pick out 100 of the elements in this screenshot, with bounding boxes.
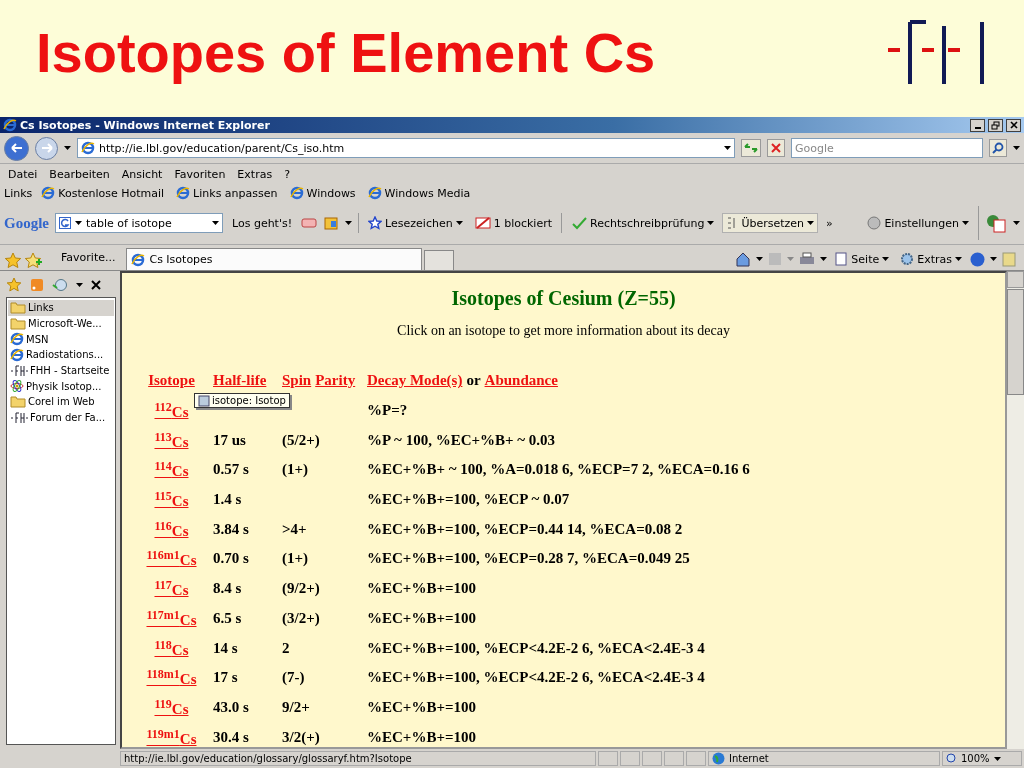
decay-mode-cell: %EC+%B+=100, %ECP=0.28 7, %ECA=0.049 25 (367, 550, 690, 568)
ie-icon (10, 332, 24, 347)
column-header-link[interactable]: Spin (282, 372, 312, 390)
half-life-cell: 17 s (213, 669, 238, 687)
minimize-button[interactable] (970, 118, 985, 132)
nuclide-link[interactable]: $^{112}$Cs (154, 400, 189, 422)
add-favorite-icon (24, 252, 42, 270)
search-icon (992, 142, 1004, 154)
caret-icon (76, 283, 83, 287)
caret-icon (1013, 221, 1020, 225)
favorite-item[interactable]: MSN (8, 331, 114, 348)
link-button[interactable]: Windows (286, 184, 359, 202)
back-button[interactable] (4, 135, 29, 161)
caret-icon (64, 146, 71, 150)
zoom-text: 100% (961, 753, 990, 764)
half-life-cell: 6.5 s (213, 609, 242, 627)
nuclide-link[interactable]: $^{118}$Cs (154, 637, 189, 659)
ie-icon (289, 186, 304, 200)
menu-item[interactable]: Extras (233, 167, 277, 181)
spin-cell: (1+) (282, 461, 309, 479)
caret-icon (212, 221, 219, 225)
toolbar-search-field[interactable]: table of isotope (55, 213, 223, 233)
column-header-link[interactable]: Isotope (148, 372, 195, 390)
favorites-button[interactable]: Favorite... (58, 249, 119, 266)
favorite-item[interactable]: Links (8, 300, 114, 316)
column-header-link[interactable]: Half-life (213, 372, 267, 390)
search-button[interactable] (989, 139, 1007, 157)
nuclide-link[interactable]: $^{117}$Cs (154, 578, 189, 600)
forward-button[interactable] (35, 136, 58, 160)
favorite-item[interactable]: Radiostations... (8, 347, 114, 363)
blocked-popup-icon (474, 216, 491, 230)
ie-icon (81, 141, 95, 155)
caret-icon (787, 257, 795, 261)
nuclide-link[interactable]: $^{116}$Cs (154, 518, 189, 540)
nuclide-link[interactable]: $^{119m1}$Cs (146, 726, 197, 748)
window-title: Cs Isotopes - Windows Internet Explorer (20, 118, 271, 132)
spellcheck-icon (571, 216, 587, 230)
zoom-icon (946, 753, 957, 764)
page-icon (835, 252, 849, 266)
links-label: Links (4, 186, 33, 200)
caret-icon (1013, 146, 1020, 150)
close-button[interactable] (1006, 118, 1021, 132)
menu-item[interactable]: Favoriten (170, 167, 230, 181)
column-header-link[interactable]: Abundance (484, 372, 558, 390)
spin-cell: (7-) (282, 669, 305, 687)
favorite-item[interactable]: Microsoft-We... (8, 315, 114, 332)
favorite-item[interactable]: Physik Isotop... (8, 378, 114, 395)
bookmarks-button[interactable]: Lesezeichen (365, 214, 466, 232)
caret-icon (962, 221, 969, 225)
command-button[interactable]: Extras (897, 250, 965, 268)
settings-button[interactable]: Einstellungen (864, 214, 972, 232)
back-arrow-icon (10, 143, 23, 153)
decay-mode-cell: %EC+%B+ ~ 100, %A=0.018 6, %ECP=7 2, %ECA=0.16 6 (367, 461, 750, 479)
folder-icon (10, 395, 26, 409)
link-button[interactable]: Windows Media (364, 184, 474, 202)
restore-button[interactable] (988, 118, 1003, 132)
address-field[interactable]: http://ie.lbl.gov/education/parent/Cs_iso.htm (77, 138, 735, 158)
instruction-text: Click on an isotope to get more information about its decay (396, 323, 731, 339)
browser-tab[interactable]: Cs Isotopes (126, 248, 423, 270)
menu-item[interactable]: Ansicht (117, 167, 167, 181)
column-header-link[interactable]: Decay Mode(s) (367, 372, 463, 390)
menu-item[interactable]: Bearbeiten (45, 167, 114, 181)
popup-blocker-button[interactable]: 1 blockiert (471, 214, 555, 232)
favorite-item[interactable]: FHH - Startseite (8, 362, 114, 379)
nuclide-link[interactable]: $^{113}$Cs (154, 429, 189, 451)
caret-icon (724, 146, 731, 150)
decay-mode-cell: %EC+%B+=100 (367, 580, 476, 598)
menu-item[interactable]: Datei (4, 167, 42, 181)
go-button[interactable]: Los geht's! (229, 214, 296, 232)
favorite-item[interactable]: Forum der Fa... (8, 409, 114, 426)
fh-logo-icon (10, 411, 28, 424)
nuclide-link[interactable]: $^{116m1}$Cs (146, 548, 197, 570)
link-button[interactable]: Kostenlose Hotmail (38, 184, 168, 202)
ie-icon (176, 186, 191, 200)
spellcheck-button[interactable]: Rechtschreibprüfung (568, 214, 718, 232)
refresh-button[interactable] (741, 139, 761, 157)
new-tab-button[interactable] (424, 250, 455, 270)
nuclide-link[interactable]: $^{119}$Cs (154, 696, 189, 718)
favorite-item[interactable]: Corel im Web (8, 394, 114, 410)
caret-icon (707, 221, 715, 225)
spin-cell: (1+) (282, 550, 309, 568)
column-header-link[interactable]: Parity (315, 372, 356, 390)
menu-item[interactable]: ? (280, 167, 294, 181)
stop-button[interactable] (767, 139, 785, 157)
search-field[interactable]: Google (791, 138, 983, 158)
link-button[interactable]: Links anpassen (173, 184, 281, 202)
spin-cell: 2 (282, 639, 290, 657)
nuclide-link[interactable]: $^{118m1}$Cs (146, 667, 197, 689)
google-logo: Google (4, 214, 49, 232)
nuclide-link[interactable]: $^{114}$Cs (154, 459, 189, 481)
scrollbar-thumb[interactable] (1007, 289, 1024, 395)
caret-icon (345, 221, 353, 225)
more-button[interactable]: » (823, 214, 836, 232)
caret-icon (807, 221, 815, 225)
translate-button[interactable]: Übersetzen (723, 214, 818, 232)
nuclide-link[interactable]: $^{115}$Cs (154, 489, 189, 511)
nuclide-link[interactable]: $^{117m1}$Cs (146, 607, 197, 629)
command-button[interactable]: Seite (832, 250, 893, 268)
history-icon (52, 278, 68, 292)
gear-icon (900, 252, 915, 266)
